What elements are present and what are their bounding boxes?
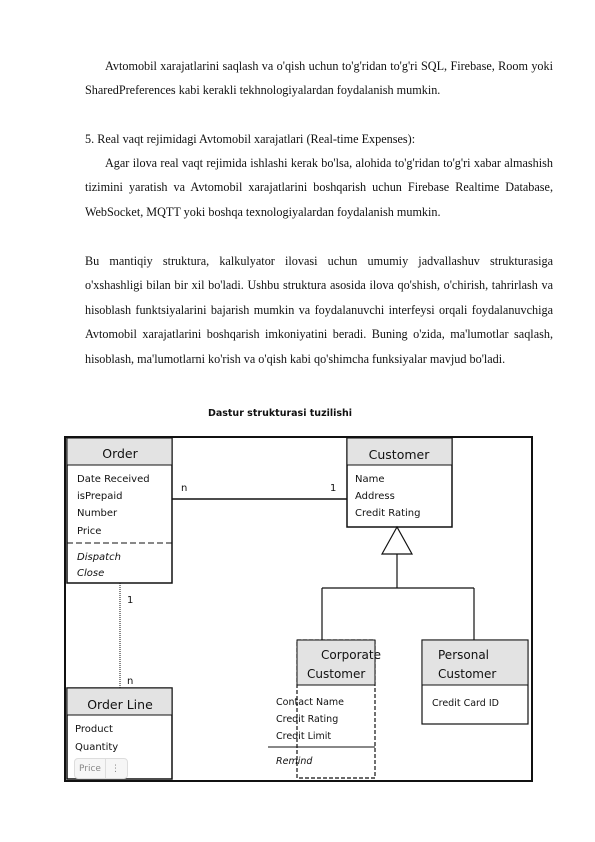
svg-text:Customer: Customer <box>307 667 365 681</box>
multiplicity-label: n <box>127 676 133 687</box>
svg-text:Credit Limit: Credit Limit <box>276 731 331 742</box>
overlay-chip[interactable]: Price ⋮ <box>74 758 128 779</box>
svg-text:Price: Price <box>77 526 101 537</box>
svg-text:Number: Number <box>77 508 118 519</box>
svg-text:Credit Rating: Credit Rating <box>276 714 338 725</box>
svg-text:Credit Card ID: Credit Card ID <box>432 698 499 709</box>
class-title: Order <box>102 446 138 461</box>
svg-text:Personal: Personal <box>438 648 489 662</box>
class-personal-customer: Personal Customer Credit Card ID <box>421 639 529 725</box>
svg-text:Quantity: Quantity <box>75 742 118 753</box>
svg-text:Name: Name <box>355 474 385 485</box>
svg-text:Remind: Remind <box>276 756 313 767</box>
class-corporate-customer: Corporate Customer Contact Name Credit R… <box>268 639 381 779</box>
svg-text:Contact Name: Contact Name <box>276 697 344 708</box>
svg-text:Close: Close <box>77 568 104 579</box>
uml-class-diagram: Order Date Received isPrepaid Number Pri… <box>64 436 533 782</box>
generalization-customer <box>321 525 475 640</box>
class-order: Order Date Received isPrepaid Number Pri… <box>66 437 173 584</box>
multiplicity-label: 1 <box>127 595 133 606</box>
svg-text:Credit Rating: Credit Rating <box>355 508 421 519</box>
class-customer: Customer Name Address Credit Rating <box>346 437 453 528</box>
svg-text:Product: Product <box>75 724 113 735</box>
multiplicity-label: n <box>181 483 187 494</box>
svg-text:Customer: Customer <box>369 447 431 462</box>
svg-text:Corporate: Corporate <box>321 648 381 662</box>
chip-label: Price <box>79 763 101 774</box>
svg-text:Address: Address <box>355 491 395 502</box>
svg-text:Order Line: Order Line <box>87 697 153 712</box>
svg-text:Dispatch: Dispatch <box>77 552 121 563</box>
svg-text:Date Received: Date Received <box>77 474 150 485</box>
multiplicity-label: 1 <box>330 483 336 494</box>
svg-text:isPrepaid: isPrepaid <box>77 491 123 502</box>
svg-text:Customer: Customer <box>438 667 496 681</box>
more-options-icon[interactable]: ⋮ <box>104 759 125 778</box>
